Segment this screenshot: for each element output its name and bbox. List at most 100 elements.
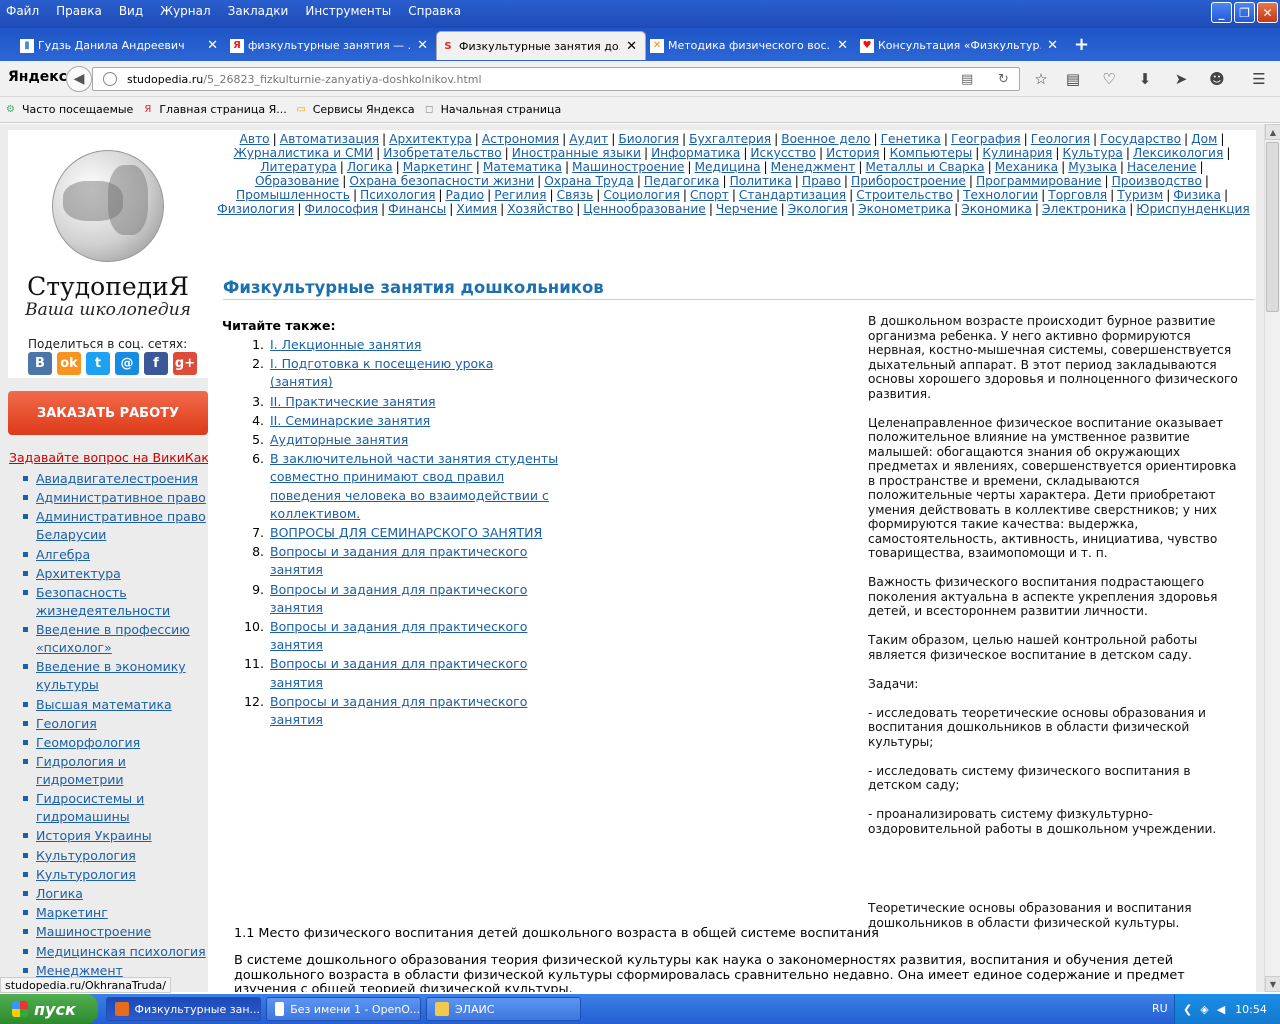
chat-icon[interactable]: ☻: [1206, 69, 1228, 89]
category-link[interactable]: Политика: [730, 174, 792, 188]
tray-app-icon[interactable]: ◈: [1200, 1003, 1208, 1016]
category-link[interactable]: Маркетинг: [403, 160, 473, 174]
related-link[interactable]: Вопросы и задания для практического заня…: [270, 656, 527, 689]
category-link[interactable]: Кулинария: [982, 146, 1052, 160]
related-link[interactable]: В заключительной части занятия студенты …: [270, 451, 558, 521]
start-button[interactable]: пуск: [0, 994, 98, 1024]
browser-tab[interactable]: ▮ Гудзь Данила Андреевич ✕: [16, 31, 226, 60]
category-link[interactable]: Информатика: [651, 146, 740, 160]
menu-item[interactable]: Справка: [408, 4, 461, 18]
category-link[interactable]: Экономика: [961, 202, 1032, 216]
related-link[interactable]: I. Подготовка к посещению урока (занятия…: [270, 356, 493, 389]
bookmarks-list-icon[interactable]: ▤: [1062, 69, 1084, 89]
category-link[interactable]: Государство: [1100, 132, 1181, 146]
googleplus-icon[interactable]: g+: [173, 352, 197, 375]
category-link[interactable]: Авто: [240, 132, 270, 146]
vk-icon[interactable]: В: [28, 352, 52, 375]
category-link[interactable]: Образование: [255, 174, 339, 188]
scroll-down-icon[interactable]: ▼: [1265, 976, 1280, 992]
category-link[interactable]: Население: [1127, 160, 1197, 174]
close-tab-icon[interactable]: ✕: [626, 39, 637, 54]
category-link[interactable]: Автоматизация: [280, 132, 379, 146]
reader-view-icon[interactable]: ▤: [961, 72, 973, 87]
category-link[interactable]: Медицина: [695, 160, 761, 174]
category-link[interactable]: Физиология: [217, 202, 294, 216]
category-link[interactable]: Менеджмент: [771, 160, 856, 174]
subject-link[interactable]: Административное право Беларусии: [20, 508, 208, 544]
subject-link[interactable]: Геология: [20, 715, 208, 733]
category-link[interactable]: Компьютеры: [890, 146, 973, 160]
category-link[interactable]: Культура: [1062, 146, 1122, 160]
category-link[interactable]: Изобретательство: [383, 146, 501, 160]
category-link[interactable]: Регилия: [494, 188, 546, 202]
odnoklassniki-icon[interactable]: ok: [57, 352, 81, 375]
category-link[interactable]: Торговля: [1048, 188, 1107, 202]
category-link[interactable]: Искусство: [750, 146, 816, 160]
browser-tab[interactable]: ✕ Методика физического вос... ✕: [646, 31, 856, 60]
subject-link[interactable]: Авиадвигателестроения: [20, 470, 208, 488]
maximize-button[interactable]: ❐: [1234, 2, 1255, 23]
category-link[interactable]: Экология: [788, 202, 848, 216]
related-link[interactable]: Вопросы и задания для практического заня…: [270, 544, 527, 577]
pocket-icon[interactable]: ♡: [1098, 69, 1120, 89]
category-link[interactable]: Литература: [260, 160, 336, 174]
address-bar[interactable]: studopedia.ru/5_26823_fizkulturnie-zanya…: [92, 67, 1020, 91]
category-link[interactable]: Промышленность: [236, 188, 350, 202]
category-link[interactable]: Туризм: [1117, 188, 1163, 202]
browser-tab[interactable]: S Физкультурные занятия до... ✕: [436, 31, 646, 60]
category-link[interactable]: Строительство: [856, 188, 953, 202]
category-link[interactable]: Стандартизация: [739, 188, 846, 202]
category-link[interactable]: Спорт: [690, 188, 729, 202]
category-link[interactable]: Черчение: [716, 202, 778, 216]
menu-item[interactable]: Вид: [119, 4, 143, 18]
menu-item[interactable]: Журнал: [160, 4, 211, 18]
menu-item[interactable]: Файл: [6, 4, 39, 18]
related-link[interactable]: Аудиторные занятия: [270, 432, 408, 447]
category-link[interactable]: Генетика: [881, 132, 941, 146]
category-link[interactable]: Финансы: [388, 202, 446, 216]
menu-item[interactable]: Инструменты: [305, 4, 391, 18]
taskbar-item[interactable]: ЭЛАИС: [426, 997, 581, 1021]
subject-link[interactable]: История Украины: [20, 827, 208, 845]
subject-link[interactable]: Введение в экономику культуры: [20, 658, 208, 694]
category-link[interactable]: Металлы и Сварка: [865, 160, 984, 174]
subject-link[interactable]: Маркетинг: [20, 904, 208, 922]
menu-icon[interactable]: ☰: [1248, 69, 1270, 89]
related-link[interactable]: II. Семинарские занятия: [270, 413, 430, 428]
facebook-icon[interactable]: f: [144, 352, 168, 375]
bookmark-item[interactable]: ⚙ Часто посещаемые: [4, 103, 133, 116]
taskbar-item[interactable]: Физкультурные зан...: [106, 997, 261, 1021]
scroll-up-icon[interactable]: ▲: [1265, 124, 1280, 140]
yandex-logo[interactable]: Яндекс: [8, 69, 67, 85]
subject-link[interactable]: Архитектура: [20, 565, 208, 583]
category-link[interactable]: Приборостроение: [851, 174, 966, 188]
taskbar-item[interactable]: Без имени 1 - OpenO...: [266, 997, 421, 1021]
subject-link[interactable]: Введение в профессию «психолог»: [20, 621, 208, 657]
category-link[interactable]: Химия: [456, 202, 497, 216]
subject-link[interactable]: Логика: [20, 885, 208, 903]
scroll-thumb[interactable]: [1266, 142, 1279, 312]
page-scrollbar[interactable]: ▲ ▼: [1264, 124, 1280, 992]
category-link[interactable]: Эконометрика: [858, 202, 951, 216]
subject-link[interactable]: Геоморфология: [20, 734, 208, 752]
category-link[interactable]: Музыка: [1068, 160, 1117, 174]
subject-link[interactable]: Культурология: [20, 847, 208, 865]
category-link[interactable]: Математика: [483, 160, 562, 174]
related-link[interactable]: II. Практические занятия: [270, 394, 435, 409]
bookmark-star-icon[interactable]: ☆: [1030, 69, 1052, 89]
category-link[interactable]: Журналистика и СМИ: [234, 146, 374, 160]
close-window-button[interactable]: ✕: [1257, 2, 1278, 23]
mail-icon[interactable]: @: [115, 352, 139, 375]
category-link[interactable]: История: [826, 146, 879, 160]
related-link[interactable]: Вопросы и задания для практического заня…: [270, 694, 527, 727]
menu-item[interactable]: Правка: [56, 4, 102, 18]
category-link[interactable]: Связь: [557, 188, 594, 202]
globe-logo-icon[interactable]: [52, 150, 164, 262]
category-link[interactable]: Архитектура: [389, 132, 472, 146]
category-link[interactable]: Ценнообразование: [583, 202, 706, 216]
category-link[interactable]: Технологии: [963, 188, 1038, 202]
category-link[interactable]: Иностранные языки: [512, 146, 641, 160]
wikikak-link[interactable]: Задавайте вопрос на ВикиКак: [9, 450, 209, 465]
category-link[interactable]: Лексикология: [1133, 146, 1223, 160]
category-link[interactable]: Программирование: [976, 174, 1102, 188]
